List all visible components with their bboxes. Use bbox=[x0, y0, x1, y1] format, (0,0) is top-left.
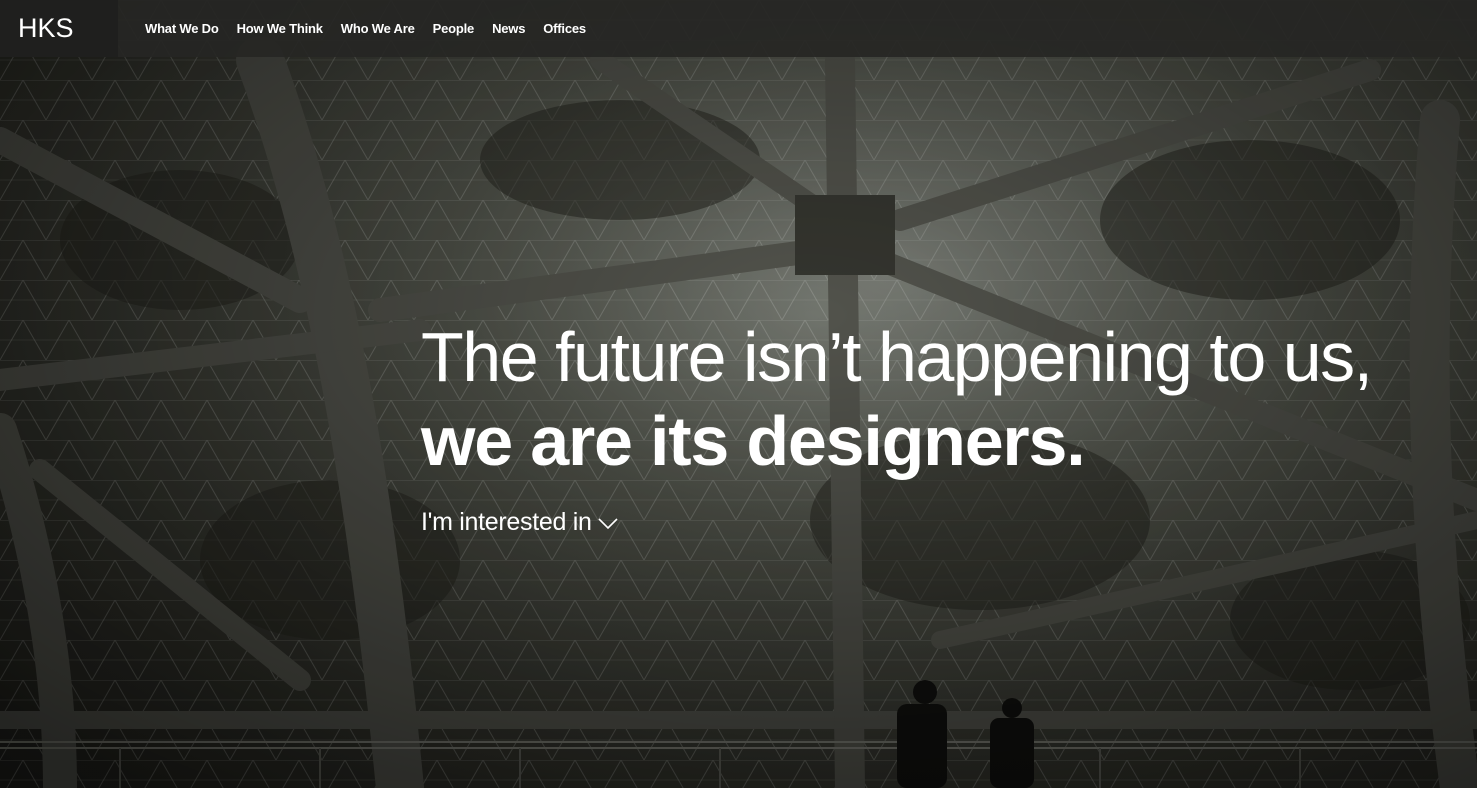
main-nav: What We Do How We Think Who We Are Peopl… bbox=[145, 0, 586, 57]
nav-item-what-we-do[interactable]: What We Do bbox=[145, 21, 219, 36]
logo-container[interactable]: HKS bbox=[0, 0, 118, 57]
top-navigation-bar: HKS What We Do How We Think Who We Are P… bbox=[0, 0, 1477, 57]
headline-line-2: we are its designers. bbox=[421, 402, 1086, 480]
hero-headline: The future isn’t happening to us, we are… bbox=[421, 316, 1373, 484]
hks-logo[interactable]: HKS bbox=[18, 12, 74, 44]
nav-item-offices[interactable]: Offices bbox=[543, 21, 586, 36]
chevron-down-icon[interactable] bbox=[598, 517, 618, 535]
interest-label[interactable]: I'm interested in bbox=[421, 508, 592, 537]
nav-item-people[interactable]: People bbox=[433, 21, 475, 36]
nav-item-how-we-think[interactable]: How We Think bbox=[237, 21, 323, 36]
page: HKS What We Do How We Think Who We Are P… bbox=[0, 0, 1477, 788]
headline-line-1: The future isn’t happening to us, bbox=[421, 318, 1373, 396]
nav-item-who-we-are[interactable]: Who We Are bbox=[341, 21, 415, 36]
interest-dropdown-trigger[interactable]: I'm interested in bbox=[421, 508, 618, 537]
nav-item-news[interactable]: News bbox=[492, 21, 525, 36]
